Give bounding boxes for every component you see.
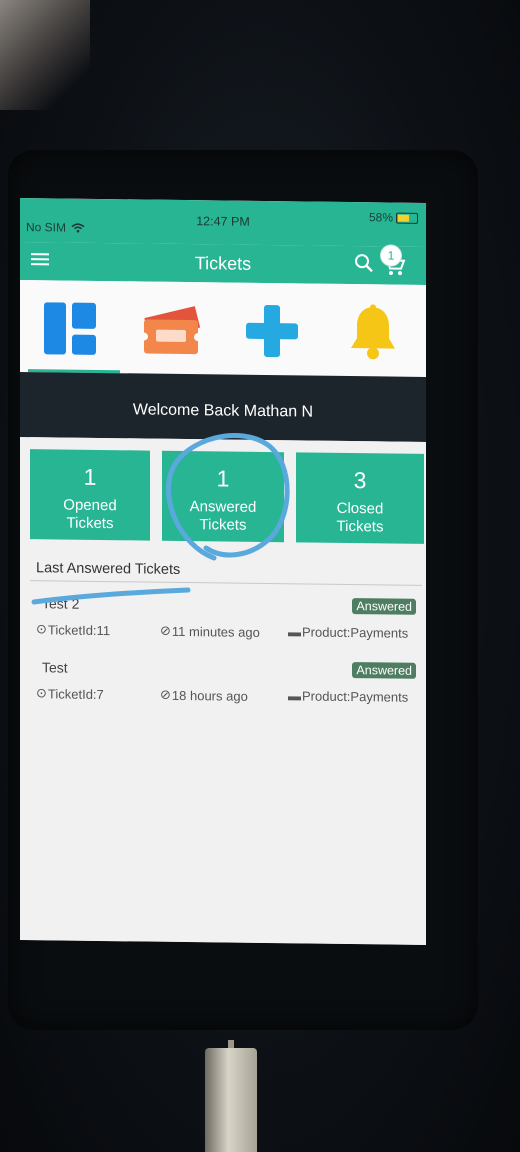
ticket-icon: [142, 306, 202, 355]
ticket-product-text: Product:Payments: [302, 688, 409, 705]
stat-count: 3: [353, 467, 367, 494]
app-bar: Tickets 1: [20, 242, 426, 285]
ticket-time-text: 11 minutes ago: [171, 623, 260, 640]
stat-label: Answered Tickets: [189, 498, 257, 534]
cart-button[interactable]: 1: [380, 244, 408, 276]
status-right: 58%: [369, 210, 418, 225]
add-plus-icon: [246, 305, 298, 358]
ticket-row[interactable]: Test 2 Answered ⊙ TicketId:11 ⊘ 11 minut…: [30, 595, 426, 656]
cart-count-badge: 1: [380, 244, 402, 267]
closed-tickets-tile[interactable]: 3 Closed Tickets: [296, 452, 424, 544]
product-icon: ▬: [288, 688, 301, 704]
product-icon: ▬: [288, 624, 301, 640]
icon-tab-bar: [20, 280, 426, 377]
answered-tickets-tile[interactable]: 1 Answered Tickets: [162, 450, 284, 543]
stat-count: 1: [83, 463, 97, 490]
ticket-id: ⊙ TicketId:11: [36, 621, 110, 638]
status-badge: Answered: [352, 598, 416, 615]
tab-tickets[interactable]: [120, 281, 220, 374]
ticket-title: Test: [42, 659, 68, 676]
phone-screen: No SIM 12:47 PM 58% Tickets 1 Welcome Ba…: [20, 198, 426, 945]
tab-notifications[interactable]: [326, 284, 426, 377]
info-icon: ⊙: [36, 621, 47, 637]
charging-cable: [205, 1048, 257, 1152]
info-icon: ⊙: [36, 685, 47, 701]
welcome-band: Welcome Back Mathan N: [20, 372, 426, 442]
ticket-product: ▬ Product:Payments: [288, 688, 408, 704]
ticket-time: ⊘ 18 hours ago: [160, 687, 248, 704]
status-bar: No SIM 12:47 PM 58%: [20, 198, 426, 247]
stat-label: Opened Tickets: [63, 496, 117, 533]
stat-label: Closed Tickets: [336, 499, 384, 536]
clock-icon: ⊘: [160, 622, 171, 638]
ticket-id: ⊙ TicketId:7: [36, 685, 104, 702]
divider: [30, 580, 422, 586]
status-badge: Answered: [352, 662, 416, 679]
bell-icon: [351, 304, 395, 360]
battery-percent: 58%: [368, 210, 393, 225]
ticket-title: Test 2: [42, 595, 80, 612]
ticket-id-text: TicketId:7: [47, 685, 104, 702]
search-icon[interactable]: [354, 253, 374, 273]
ticket-time: ⊘ 11 minutes ago: [160, 623, 260, 640]
ticket-product-text: Product:Payments: [302, 624, 409, 641]
section-title: Last Answered Tickets: [36, 560, 181, 578]
clock-icon: ⊘: [160, 686, 171, 702]
ticket-time-text: 18 hours ago: [171, 687, 248, 704]
ticket-product: ▬ Product:Payments: [288, 624, 408, 640]
opened-tickets-tile[interactable]: 1 Opened Tickets: [30, 449, 150, 541]
dashboard-icon: [44, 302, 96, 355]
tab-add-ticket[interactable]: [222, 282, 322, 375]
dashboard-content: 1 Opened Tickets 1 Answered Tickets 3 Cl…: [30, 437, 426, 945]
stat-count: 1: [216, 465, 230, 492]
photo-glare: [0, 0, 90, 110]
battery-icon: [396, 212, 418, 224]
ticket-row[interactable]: Test Answered ⊙ TicketId:7 ⊘ 18 hours ag…: [30, 659, 426, 720]
welcome-message: Welcome Back Mathan N: [132, 401, 314, 421]
tab-dashboard[interactable]: [20, 280, 120, 374]
ticket-id-text: TicketId:11: [47, 621, 111, 638]
